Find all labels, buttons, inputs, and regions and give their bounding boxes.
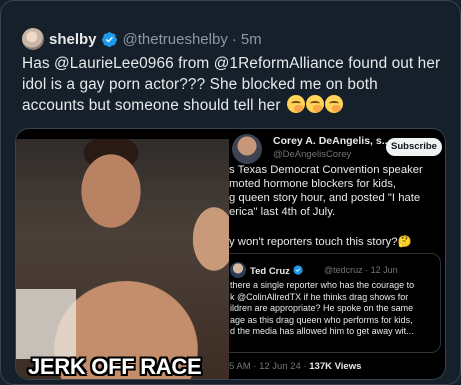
quoted-line: age as this drag queen who performs for …	[230, 314, 413, 325]
screenshot-line: s Texas Democrat Convention speaker	[229, 164, 423, 176]
background-bed	[16, 289, 76, 359]
tweet-body: Has @LaurieLee0966 from @1ReformAlliance…	[22, 55, 441, 114]
screenshot-text: s Texas Democrat Convention speaker mote…	[229, 163, 445, 219]
photo-caption: JERK OFF RACE	[28, 354, 202, 379]
quoted-line: d the media has allowed him to get away …	[230, 326, 414, 336]
screenshot-line: erica" last 4th of July.	[229, 206, 336, 218]
quoted-text: there a single reporter who has the cour…	[230, 280, 414, 338]
author-name[interactable]: shelby	[49, 31, 97, 48]
quoted-avatar	[230, 262, 246, 278]
quoted-meta: @tedcruz · 12 Jun	[324, 265, 398, 275]
hand-over-mouth-emoji-icon	[286, 95, 305, 113]
tweet-card[interactable]: shelby @thetrueshelby · 5m Has @LaurieLe…	[0, 0, 461, 385]
quoted-line: ildren are appropriate? He spoke on the …	[230, 303, 414, 313]
quoted-line: there a single reporter who has the cour…	[230, 280, 415, 290]
screenshot-avatar	[232, 134, 262, 164]
screenshot-author-name: Corey A. DeAngelis, s...	[273, 135, 391, 147]
subscribe-button: Subscribe	[386, 138, 442, 156]
tweet-text: Has @LaurieLee0966 from @1ReformAlliance…	[22, 53, 442, 116]
quoted-author: Ted Cruz	[250, 265, 303, 277]
author-handle[interactable]: @thetrueshelby	[123, 31, 228, 48]
tweet-media[interactable]: JERK OFF RACE Corey A. DeAngelis, s... @…	[15, 128, 446, 380]
avatar[interactable]	[22, 28, 44, 50]
left-photo[interactable]: JERK OFF RACE	[16, 139, 229, 379]
verified-badge-icon	[101, 31, 117, 47]
hand-over-mouth-emoji-icon	[324, 95, 343, 113]
screenshot-author-handle: @DeAngelisCorey	[273, 149, 352, 160]
emoji-group	[286, 95, 343, 113]
embedded-screenshot[interactable]: Corey A. DeAngelis, s... @DeAngelisCorey…	[229, 129, 445, 379]
screenshot-line: g queen story hour, and posted "I hate	[229, 192, 421, 204]
hand-over-mouth-emoji-icon	[305, 95, 324, 113]
tweet-header: shelby @thetrueshelby · 5m	[22, 27, 262, 51]
separator-dot: ·	[231, 30, 237, 48]
screenshot-question: y won't reporters touch this story?🤔	[229, 236, 412, 248]
verified-badge-icon	[292, 265, 303, 275]
screenshot-line: moted hormone blockers for kids,	[229, 178, 397, 190]
screenshot-footer: 5 AM · 12 Jun 24 · 137K Views	[229, 361, 362, 372]
quoted-line: k @ColinAllredTX if he thinks drag shows…	[230, 291, 409, 302]
tweet-timestamp[interactable]: 5m	[241, 31, 262, 48]
